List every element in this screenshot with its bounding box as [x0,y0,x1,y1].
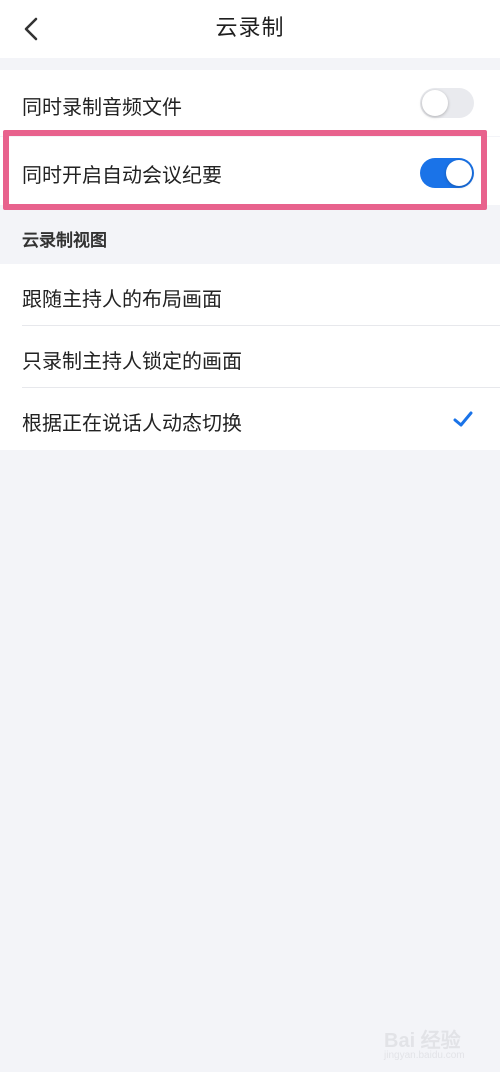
view-option-label: 只录制主持人锁定的画面 [22,349,242,373]
watermark-text: Bai 经验 [384,1030,461,1052]
watermark-url: jingyan.baidu.com [384,1050,465,1061]
watermark-logo: Bai 经验 jingyan.baidu.com [376,1020,492,1066]
view-option-active-speaker[interactable]: 根据正在说话人动态切换 [0,388,500,450]
section-title-cloud-view: 云录制视图 [22,231,107,251]
view-option-label: 根据正在说话人动态切换 [22,411,242,435]
audio-file-toggle[interactable] [420,88,474,118]
view-option-host-locked[interactable]: 只录制主持人锁定的画面 [0,326,500,388]
setting-row-auto-minutes: 同时开启自动会议纪要 [0,137,500,205]
auto-minutes-toggle[interactable] [420,158,474,188]
page-title: 云录制 [215,16,285,41]
view-option-follow-host[interactable]: 跟随主持人的布局画面 [0,264,500,326]
setting-label-auto-minutes: 同时开启自动会议纪要 [22,163,222,187]
view-option-label: 跟随主持人的布局画面 [22,287,222,311]
view-options-list: 跟随主持人的布局画面 只录制主持人锁定的画面 根据正在说话人动态切换 [0,264,500,450]
toggle-knob [446,160,472,186]
setting-row-audio-file: 同时录制音频文件 [0,70,500,136]
checkmark-icon [453,411,473,427]
top-nav-bar: 云录制 [0,0,500,58]
toggle-knob [422,90,448,116]
setting-label-audio-file: 同时录制音频文件 [22,95,182,119]
